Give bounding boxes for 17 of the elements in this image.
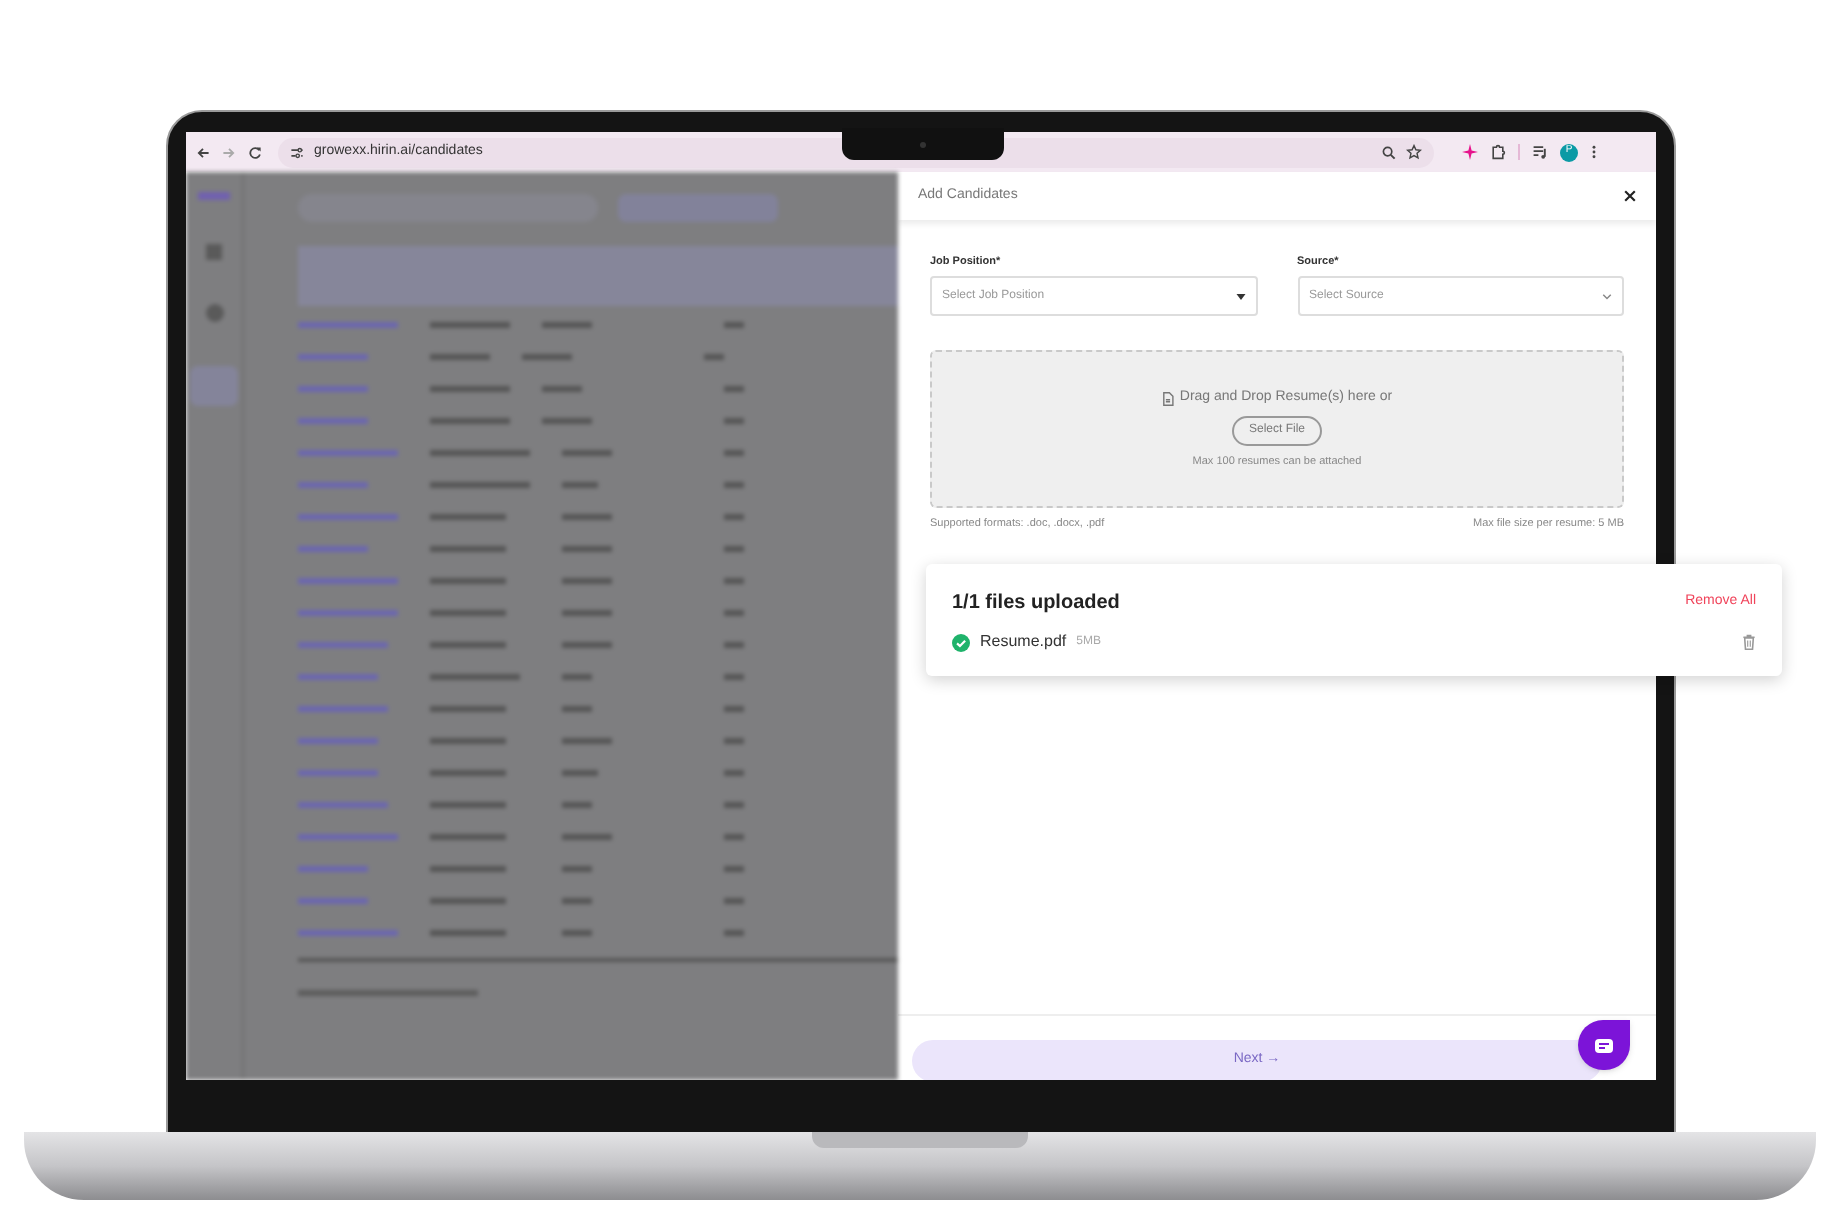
close-icon[interactable] (1624, 190, 1636, 202)
star-icon[interactable] (1406, 144, 1422, 160)
menu-icon[interactable] (1590, 144, 1598, 160)
trash-icon[interactable] (1742, 634, 1756, 650)
chat-icon (1594, 1037, 1614, 1053)
reload-icon[interactable] (248, 145, 262, 159)
file-name: Resume.pdf (980, 630, 1067, 654)
media-icon[interactable] (1532, 144, 1548, 160)
upload-summary: 1/1 files uploaded (952, 590, 1120, 618)
back-icon[interactable] (196, 145, 210, 159)
site-settings-icon[interactable] (290, 145, 304, 159)
chevron-down-icon (1602, 293, 1612, 300)
extensions-icon[interactable] (1490, 144, 1506, 160)
zoom-icon[interactable] (1382, 145, 1396, 159)
sparkle-icon[interactable] (1462, 144, 1478, 160)
dropdown-caret-icon (1235, 293, 1245, 300)
document-icon (1161, 391, 1174, 406)
